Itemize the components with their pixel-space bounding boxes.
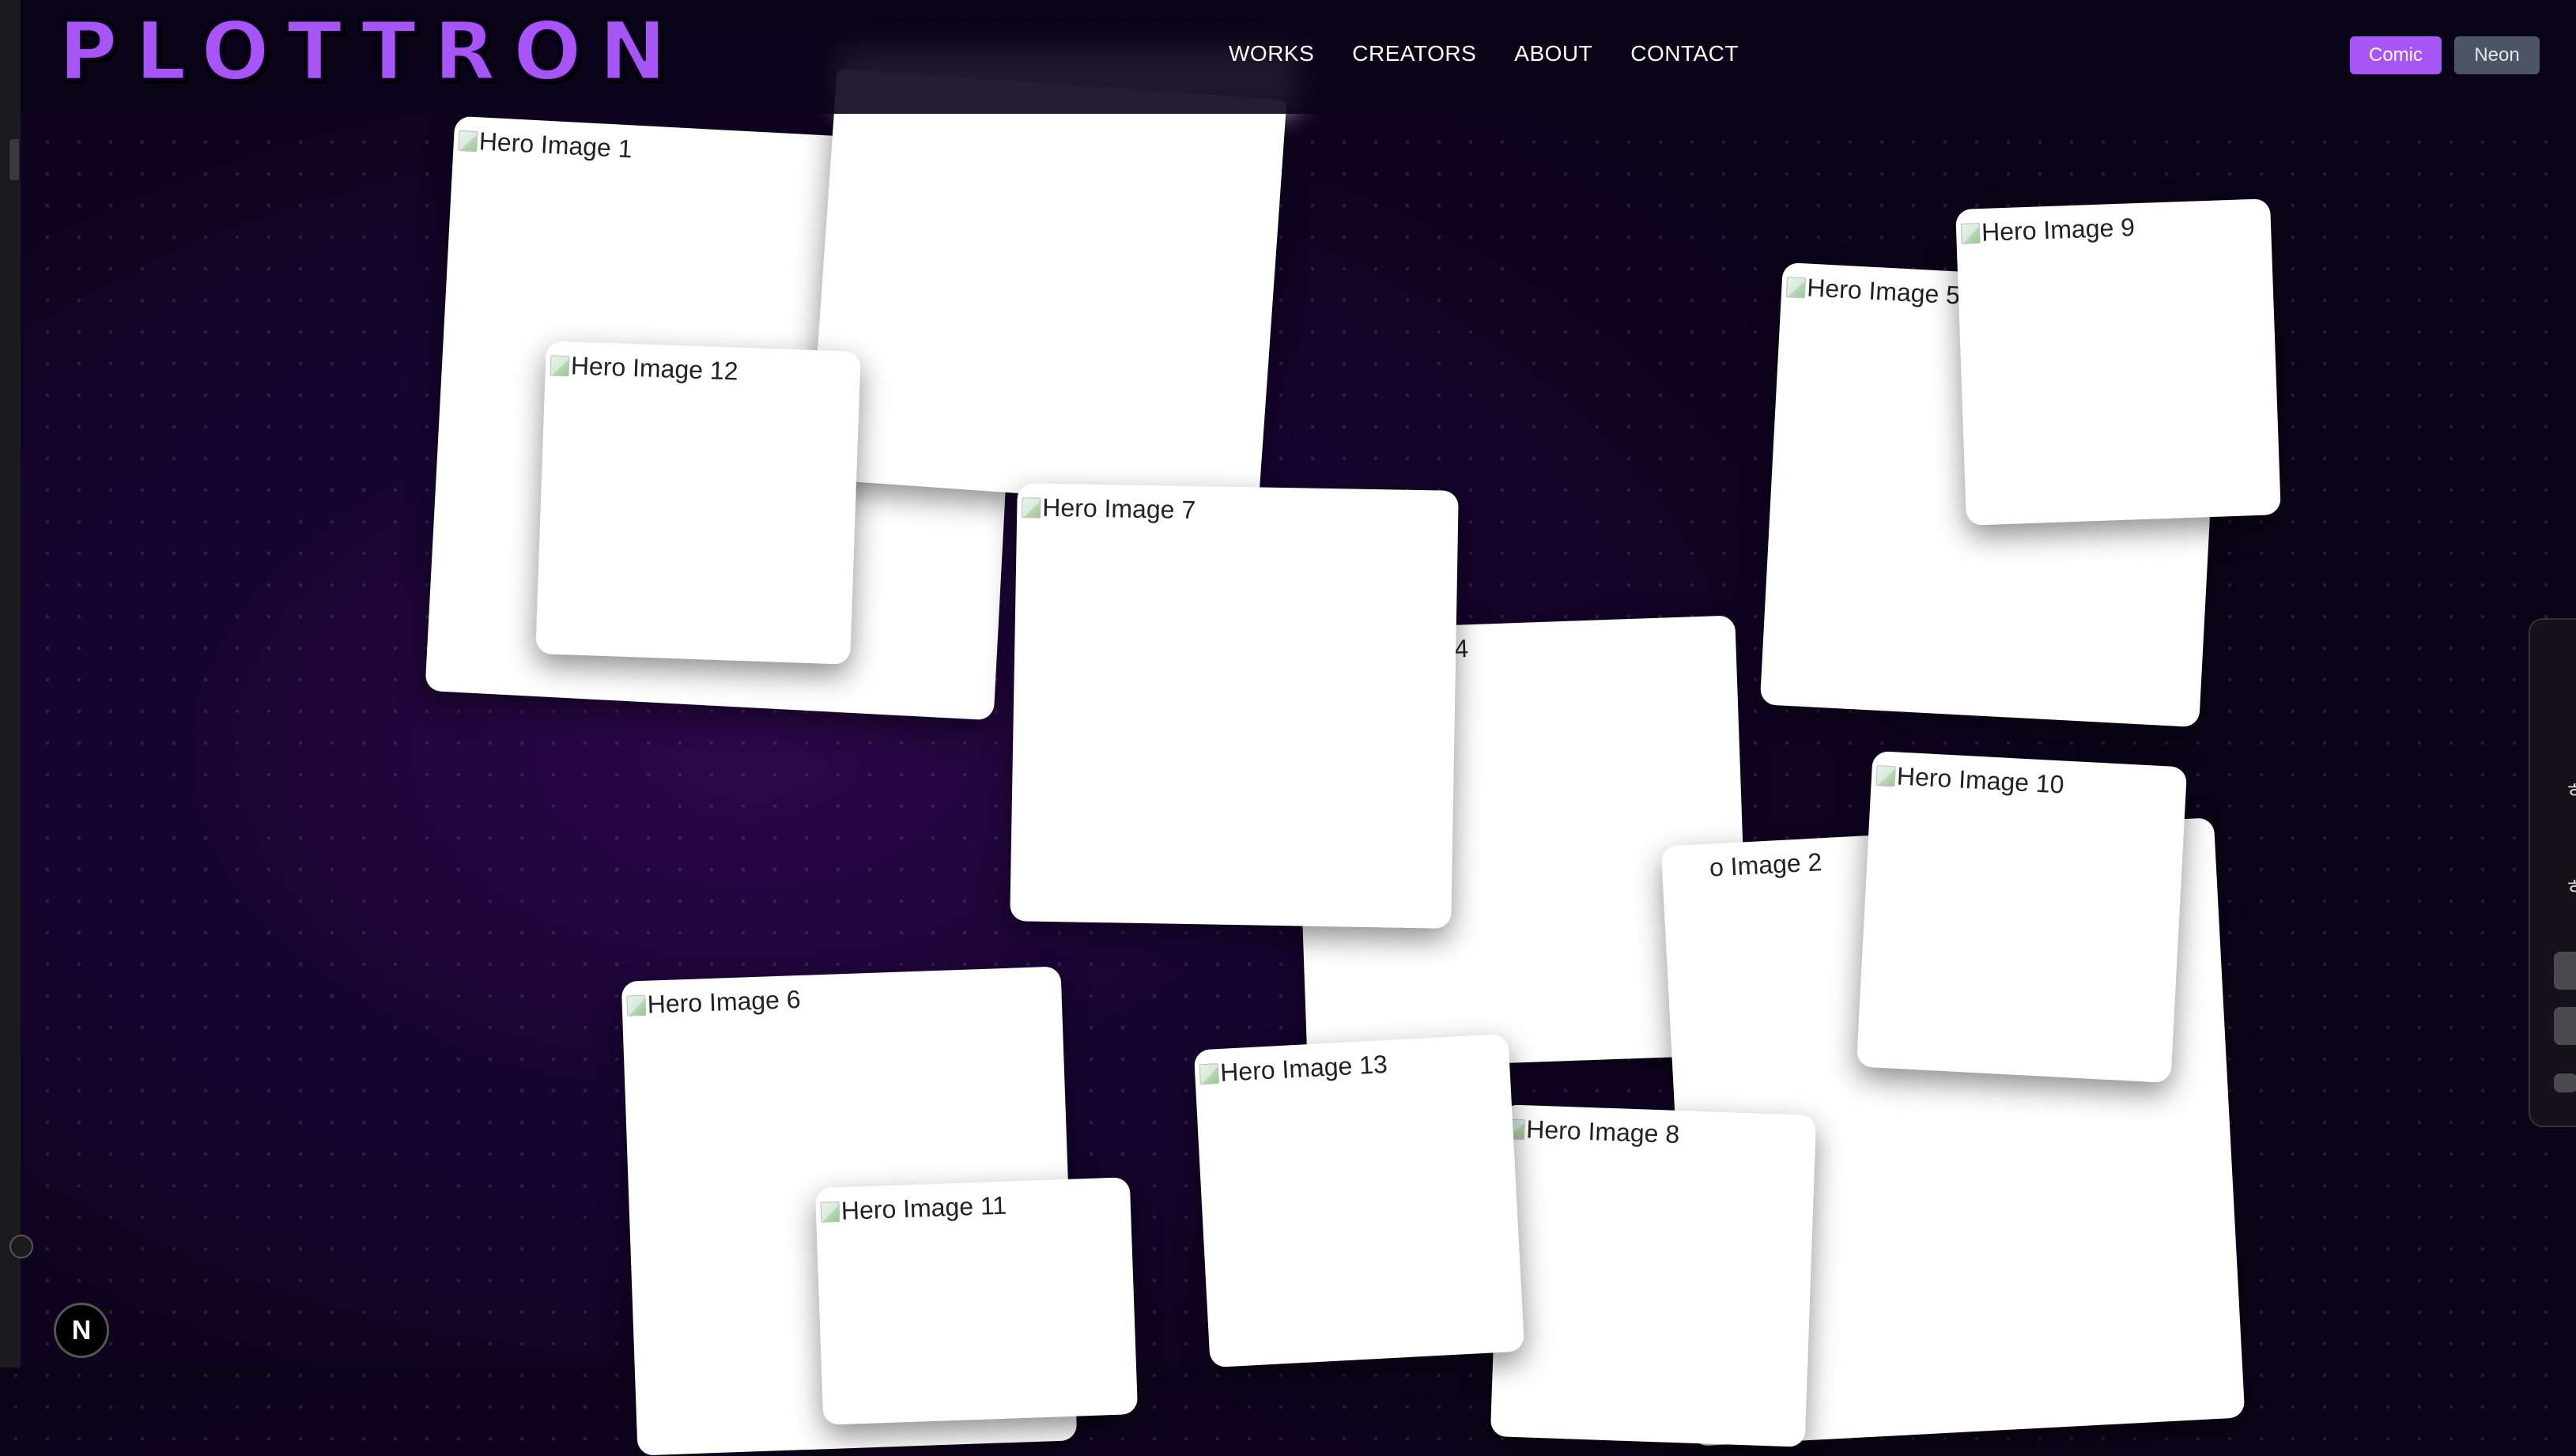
hero-card-13-alt: Hero Image 13 [1199, 1050, 1388, 1088]
next-logo-label: N [71, 1315, 92, 1345]
hero-card-13[interactable]: Hero Image 13 [1193, 1033, 1525, 1368]
broken-image-icon [458, 130, 478, 152]
hero-card-3[interactable] [808, 68, 1287, 511]
logo[interactable]: PLOTTRON [58, 4, 684, 100]
broken-image-icon [1199, 1062, 1219, 1084]
hero-card-5-alt: Hero Image 5 [1785, 272, 1961, 310]
broken-image-icon [626, 994, 647, 1017]
main-nav: WORKS CREATORS ABOUT CONTACT [1229, 41, 1739, 66]
strip-knob[interactable] [9, 1235, 33, 1258]
neon-theme-button[interactable]: Neon [2454, 36, 2540, 74]
side-panel-text-1: ㅎ [2565, 779, 2576, 802]
nav-creators[interactable]: CREATORS [1352, 41, 1476, 66]
hero-card-8-alt: Hero Image 8 [1505, 1114, 1680, 1149]
hero-card-6-alt: Hero Image 6 [626, 985, 801, 1020]
broken-image-icon [550, 354, 570, 376]
hero-card-2-alt: o Image 2 [1709, 847, 1823, 882]
hero-card-9-alt: Hero Image 9 [1960, 213, 2136, 248]
broken-image-icon [1875, 764, 1896, 786]
next-logo-icon[interactable]: N [54, 1303, 109, 1358]
broken-image-icon [820, 1201, 840, 1223]
nav-about[interactable]: ABOUT [1514, 41, 1592, 66]
side-panel-button-3[interactable] [2554, 1073, 2576, 1092]
side-panel[interactable]: ㅎ ㅎ [2529, 618, 2576, 1127]
hero-card-4-alt: 4 [1453, 634, 1469, 663]
hero-card-11[interactable]: Hero Image 11 [814, 1177, 1139, 1425]
hero-card-8[interactable]: Hero Image 8 [1490, 1104, 1817, 1447]
broken-image-icon [1960, 222, 1981, 244]
side-panel-button-2[interactable] [2554, 1007, 2576, 1045]
hero-card-9[interactable]: Hero Image 9 [1955, 198, 2281, 526]
nav-contact[interactable]: CONTACT [1630, 41, 1739, 66]
comic-theme-button[interactable]: Comic [2350, 36, 2442, 74]
left-window-strip [0, 0, 33, 1367]
strip-tab[interactable] [9, 139, 19, 180]
hero-card-7-alt: Hero Image 7 [1022, 492, 1196, 525]
side-panel-text-2: ㅎ [2565, 875, 2576, 899]
broken-image-icon [1022, 496, 1041, 519]
hero-card-12-alt: Hero Image 12 [550, 350, 738, 386]
hero-card-1-alt: Hero Image 1 [458, 126, 633, 164]
hero-card-10[interactable]: Hero Image 10 [1856, 750, 2188, 1084]
nav-works[interactable]: WORKS [1229, 41, 1314, 66]
hero-card-11-alt: Hero Image 11 [820, 1191, 1007, 1227]
broken-image-icon [1785, 276, 1807, 298]
hero-card-10-alt: Hero Image 10 [1875, 760, 2064, 799]
hero-card-7[interactable]: Hero Image 7 [1010, 483, 1459, 929]
site-header: PLOTTRON WORKS CREATORS ABOUT CONTACT Co… [21, 0, 2576, 114]
hero-card-12[interactable]: Hero Image 12 [535, 341, 861, 665]
side-panel-button-1[interactable] [2554, 952, 2576, 990]
